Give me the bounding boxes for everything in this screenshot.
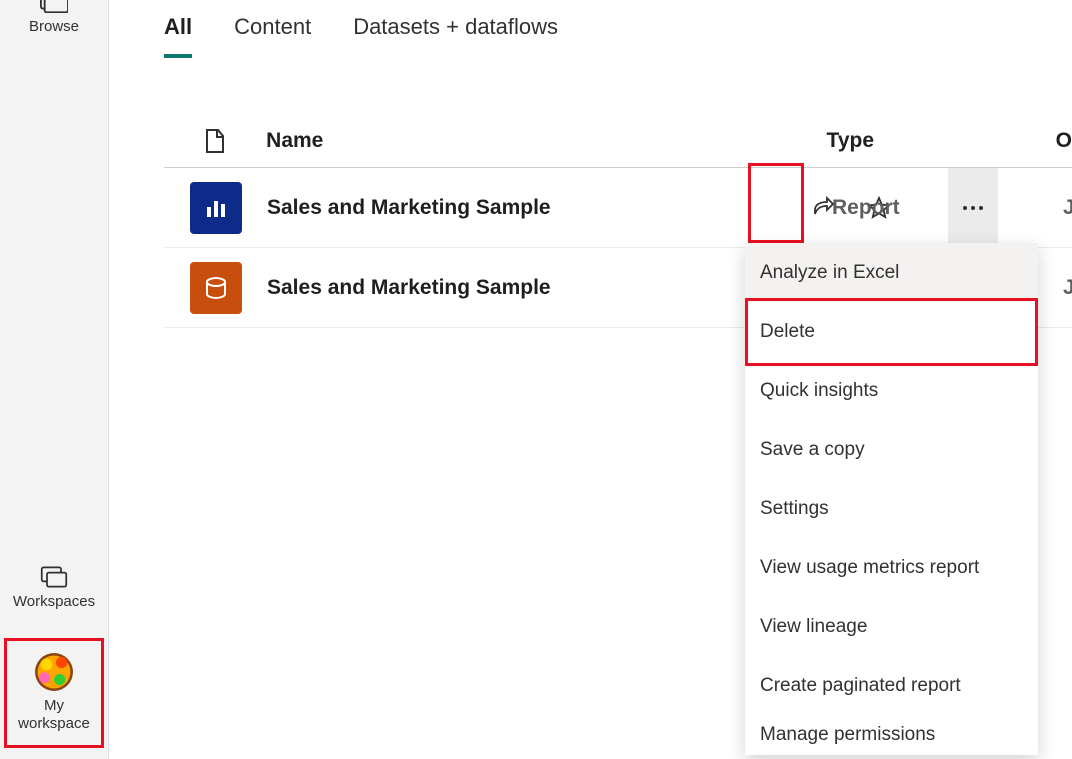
column-header-icon [164,128,266,154]
nav-workspaces-label: Workspaces [13,593,95,611]
tab-content[interactable]: Content [234,14,311,58]
nav-my-workspace[interactable]: My workspace [4,638,104,748]
row-item-name: Sales and Marketing Sample [267,196,832,220]
menu-item-save-a-copy[interactable]: Save a copy [745,420,1038,479]
table-header: Name Type O [164,114,1072,168]
column-header-owner[interactable]: O [1056,129,1072,153]
menu-item-settings[interactable]: Settings [745,479,1038,538]
column-header-name[interactable]: Name [266,129,826,153]
tab-all[interactable]: All [164,14,192,58]
browse-icon [40,0,68,16]
row-item-owner: Jo [1063,276,1072,300]
workspaces-icon [40,563,68,591]
menu-item-view-lineage[interactable]: View lineage [745,597,1038,656]
report-icon [190,182,242,234]
nav-browse-label: Browse [29,18,79,36]
menu-item-create-paginated-report[interactable]: Create paginated report [745,656,1038,715]
menu-item-delete[interactable]: Delete [745,302,1038,361]
menu-item-manage-permissions[interactable]: Manage permissions [745,715,1038,755]
file-icon [204,128,226,154]
dataset-icon [190,262,242,314]
menu-item-view-usage-metrics[interactable]: View usage metrics report [745,538,1038,597]
column-header-type[interactable]: Type [827,129,1056,153]
nav-my-workspace-label: My workspace [7,697,101,733]
workspace-avatar-icon [35,653,73,691]
nav-workspaces[interactable]: Workspaces [0,555,108,619]
menu-item-quick-insights[interactable]: Quick insights [745,361,1038,420]
nav-browse[interactable]: Browse [0,0,108,44]
left-navigation: Browse Workspaces My workspace [0,0,109,759]
row-item-owner: Jo [1063,196,1072,220]
tab-datasets-dataflows[interactable]: Datasets + dataflows [353,14,558,58]
workspace-tabs: All Content Datasets + dataflows [164,14,1072,58]
row-item-type: Report [832,196,1063,220]
table-row[interactable]: Sales and Marketing Sample [164,168,1072,248]
context-menu: Analyze in Excel Delete Quick insights S… [745,243,1038,755]
menu-item-analyze-in-excel[interactable]: Analyze in Excel [745,243,1038,302]
